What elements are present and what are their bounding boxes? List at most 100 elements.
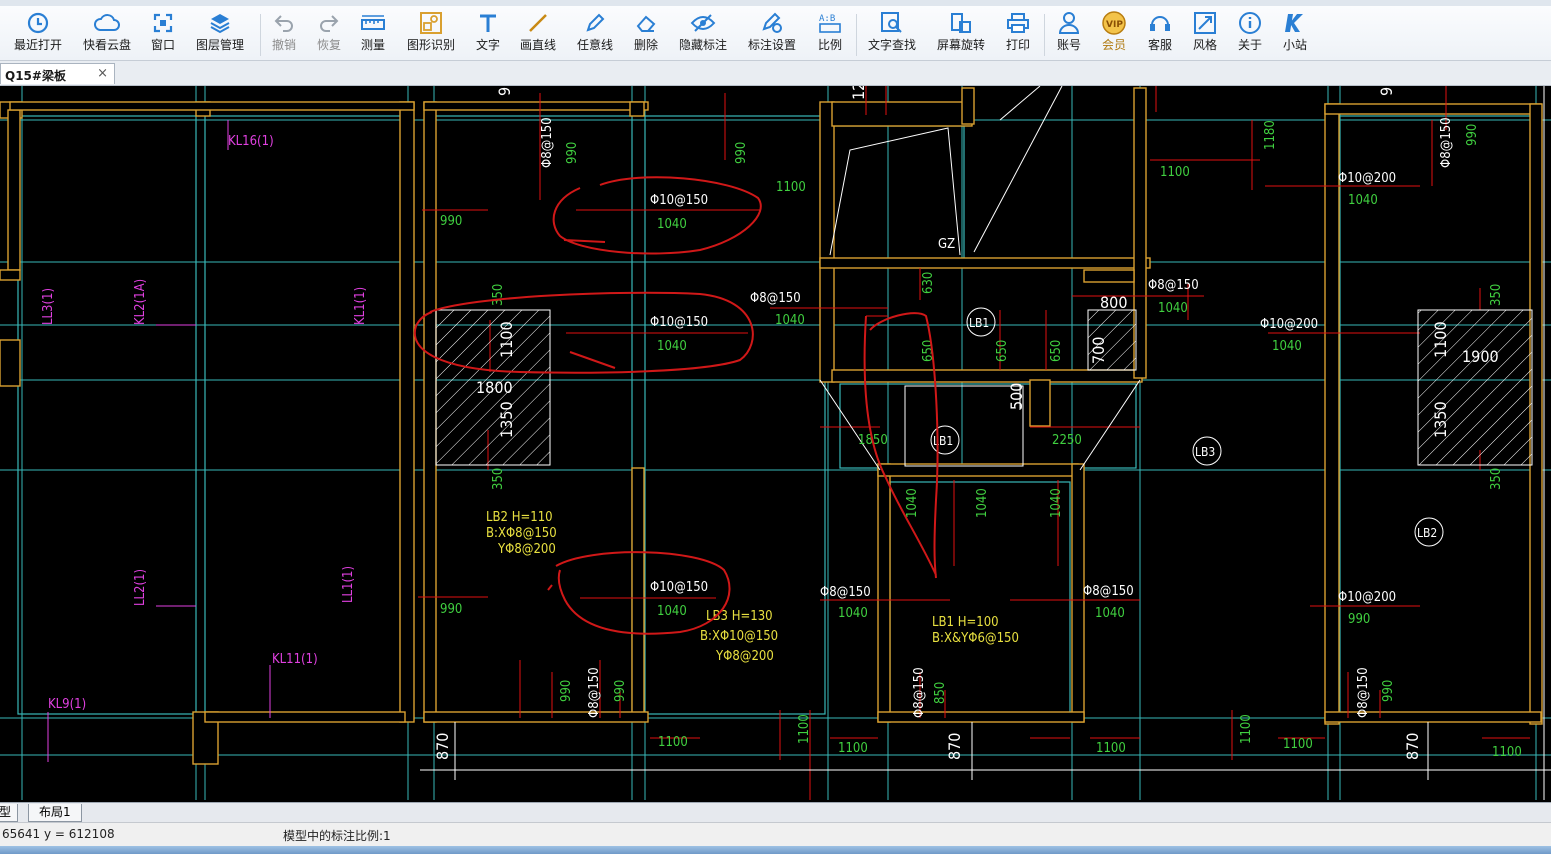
redo-icon bbox=[318, 8, 340, 38]
layer-manager-button[interactable]: 图层管理 bbox=[192, 8, 248, 58]
document-tab[interactable]: Q15#梁板 × bbox=[0, 63, 115, 84]
rebar-label: Φ10@200 bbox=[1260, 317, 1318, 332]
dim-value: 870 bbox=[433, 733, 452, 760]
dim-value: 9 bbox=[495, 87, 514, 96]
undo-button[interactable]: 撤销 bbox=[268, 8, 300, 58]
slab-note-line: B:XΦ8@150 bbox=[486, 526, 557, 541]
annotation-settings-icon bbox=[760, 8, 784, 38]
dim-value: 1350 bbox=[497, 401, 516, 438]
print-button[interactable]: 打印 bbox=[1002, 8, 1034, 58]
slab-notes: LB2 H=110 B:XΦ8@150 YΦ8@200 LB3 H=130 B:… bbox=[486, 510, 1019, 664]
dim-value: 1800 bbox=[476, 378, 513, 397]
dim-value: 1100 bbox=[1239, 714, 1254, 744]
close-tab-icon[interactable]: × bbox=[97, 66, 108, 81]
dim-value: 630 bbox=[921, 272, 936, 294]
scale-icon: A:B bbox=[817, 8, 843, 38]
beam-label: LL3(1) bbox=[41, 288, 56, 325]
dim-value: 990 bbox=[440, 214, 462, 229]
shape-recognize-button[interactable]: 图形识别 bbox=[403, 8, 459, 58]
redo-label: 恢复 bbox=[316, 38, 341, 52]
shape-recognize-icon bbox=[419, 8, 443, 38]
layout1-tab[interactable]: 布局1 bbox=[28, 804, 82, 822]
dim-value: 1040 bbox=[1049, 488, 1064, 518]
vip-icon: VIP bbox=[1101, 8, 1127, 38]
dim-value: 990 bbox=[1465, 124, 1480, 146]
account-icon bbox=[1058, 8, 1080, 38]
account-button[interactable]: 账号 bbox=[1053, 8, 1085, 58]
text-button[interactable]: 文字 bbox=[472, 8, 504, 58]
slab-tag: LB1 bbox=[969, 316, 989, 330]
document-tab-bar: Q15#梁板 × bbox=[0, 61, 1551, 86]
rebar-label: Φ8@150 bbox=[820, 585, 871, 600]
beam-label: LL1(1) bbox=[341, 566, 356, 603]
annotation-settings-label: 标注设置 bbox=[747, 38, 796, 52]
style-button[interactable]: 风格 bbox=[1189, 8, 1221, 58]
rebar-label: Φ8@150 bbox=[1356, 667, 1371, 718]
rebar-label: Φ8@150 bbox=[912, 667, 927, 718]
rebar-label: Φ8@150 bbox=[1439, 117, 1454, 168]
measure-label: 测量 bbox=[360, 38, 385, 52]
account-label: 账号 bbox=[1056, 38, 1081, 52]
slab-note-line: B:XΦ10@150 bbox=[700, 629, 778, 644]
customer-service-label: 客服 bbox=[1147, 38, 1172, 52]
dim-value: 990 bbox=[565, 142, 580, 164]
scale-button[interactable]: A:B 比例 bbox=[814, 8, 846, 58]
measure-button[interactable]: 测量 bbox=[357, 8, 389, 58]
dim-value: 1100 bbox=[658, 735, 688, 750]
vip-button[interactable]: VIP 会员 bbox=[1098, 8, 1130, 58]
dim-value: 1040 bbox=[1348, 193, 1378, 208]
about-button[interactable]: 关于 bbox=[1234, 8, 1266, 58]
drawing-canvas[interactable]: KL16(1) LL3(1) KL2(1A) KL1(1) LL2(1) LL1… bbox=[0, 86, 1551, 802]
rebar-label: Φ8@150 bbox=[1083, 584, 1134, 599]
style-icon bbox=[1193, 8, 1217, 38]
headset-icon bbox=[1148, 8, 1172, 38]
hide-eye-icon bbox=[690, 8, 716, 38]
toolbar-divider bbox=[1044, 14, 1045, 56]
model-tab[interactable]: 型 bbox=[0, 804, 19, 822]
dim-value: 1100 bbox=[1431, 321, 1450, 358]
draw-line-button[interactable]: 画直线 bbox=[517, 8, 559, 58]
dim-value: 990 bbox=[1348, 612, 1370, 627]
rebar-label: Φ10@150 bbox=[650, 193, 708, 208]
redo-button[interactable]: 恢复 bbox=[313, 8, 345, 58]
dim-value: 9 bbox=[1377, 87, 1396, 96]
column-tag-gz: GZ bbox=[938, 237, 955, 252]
window-button[interactable]: 窗口 bbox=[146, 8, 180, 58]
mini-site-button[interactable]: 小站 bbox=[1279, 8, 1311, 58]
hide-annotation-button[interactable]: 隐藏标注 bbox=[676, 8, 730, 58]
dim-value: 700 bbox=[1089, 337, 1108, 364]
dim-value: 870 bbox=[1403, 733, 1422, 760]
delete-button[interactable]: 删除 bbox=[630, 8, 662, 58]
dim-value: 1040 bbox=[838, 606, 868, 621]
window-icon bbox=[152, 8, 174, 38]
cursor-coordinates: 65641 y = 612108 bbox=[2, 827, 115, 841]
text-search-button[interactable]: 文字查找 bbox=[864, 8, 920, 58]
recent-open-icon bbox=[26, 8, 50, 38]
text-icon bbox=[477, 8, 499, 38]
dim-value: 1040 bbox=[1095, 606, 1125, 621]
info-icon bbox=[1238, 8, 1262, 38]
toolbar-divider bbox=[260, 14, 261, 56]
beam-label: KL2(1A) bbox=[133, 279, 148, 325]
dim-value: 990 bbox=[559, 680, 574, 702]
cloud-drive-button[interactable]: 快看云盘 bbox=[78, 8, 136, 58]
beam-label: KL1(1) bbox=[353, 287, 368, 325]
rotate-screen-button[interactable]: 屏幕旋转 bbox=[933, 8, 989, 58]
beam-label: KL9(1) bbox=[48, 697, 86, 712]
undo-label: 撤销 bbox=[271, 38, 296, 52]
dim-value: 1100 bbox=[838, 741, 868, 756]
dim-value: 1100 bbox=[797, 714, 812, 744]
print-label: 打印 bbox=[1005, 38, 1030, 52]
dim-value: 1350 bbox=[1431, 401, 1450, 438]
dim-value: 1100 bbox=[1096, 741, 1126, 756]
freehand-button[interactable]: 任意线 bbox=[574, 8, 616, 58]
slab-note-line: B:X&YΦ6@150 bbox=[932, 631, 1019, 646]
recent-open-button[interactable]: 最近打开 bbox=[10, 8, 66, 58]
slab-note-line: LB2 H=110 bbox=[486, 510, 553, 525]
style-label: 风格 bbox=[1192, 38, 1217, 52]
text-label: 文字 bbox=[475, 38, 500, 52]
printer-icon bbox=[1006, 8, 1030, 38]
window-label: 窗口 bbox=[150, 38, 175, 52]
customer-service-button[interactable]: 客服 bbox=[1144, 8, 1176, 58]
annotation-settings-button[interactable]: 标注设置 bbox=[745, 8, 799, 58]
